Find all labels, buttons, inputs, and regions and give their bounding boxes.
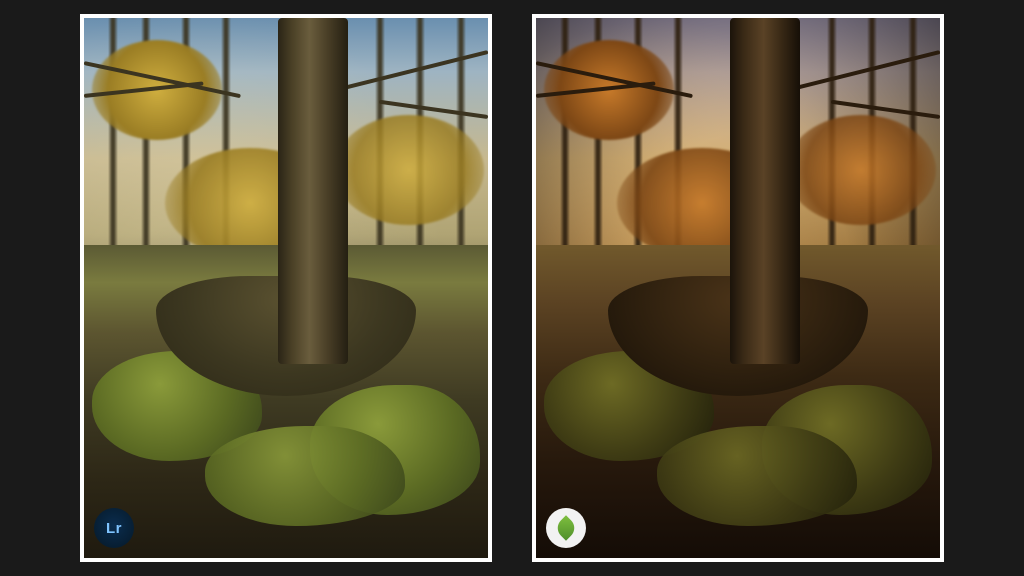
leaf-glyph: [553, 515, 578, 540]
forest-photo-snapseed: [536, 18, 940, 558]
forest-photo-lightroom: [84, 18, 488, 558]
comparison-stage: Lr: [0, 0, 1024, 576]
photo-frame-right: [532, 14, 944, 562]
lightroom-icon: Lr: [94, 508, 134, 548]
snapseed-leaf-icon: [546, 508, 586, 548]
photo-frame-left: Lr: [80, 14, 492, 562]
badge-label: Lr: [106, 520, 122, 537]
